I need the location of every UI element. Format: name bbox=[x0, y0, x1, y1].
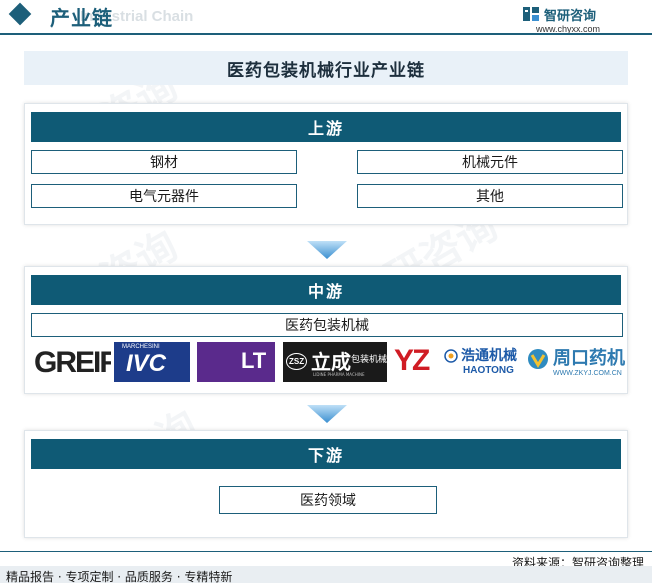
brand-logo-icon bbox=[523, 7, 539, 21]
brand: 智研咨询 www.chyxx.com bbox=[522, 4, 642, 34]
company-logo-zhoukou: 周口药机 WWW.ZKYJ.COM.CN bbox=[526, 342, 626, 382]
header-divider bbox=[0, 33, 652, 35]
upstream-item: 机械元件 bbox=[357, 150, 623, 174]
header: Industrial Chain 产业链 智研咨询 www.chyxx.com bbox=[0, 0, 652, 35]
company-name: LT bbox=[241, 348, 267, 373]
haotong-emblem-icon bbox=[444, 349, 458, 363]
company-logo-yz: YZ bbox=[392, 342, 440, 382]
company-badge: ZSZ bbox=[286, 353, 308, 370]
upstream-item: 电气元器件 bbox=[31, 184, 297, 208]
company-name: 立成 bbox=[311, 350, 351, 374]
company-sub: 包装机械 bbox=[351, 355, 387, 365]
downstream-panel: 下游 医药领域 bbox=[24, 430, 628, 538]
company-name: 周口药机 bbox=[553, 348, 625, 369]
flow-arrow-icon bbox=[307, 405, 347, 423]
company-logo-licheng: ZSZ 立成 包装机械 LIDINE PHARMA MACHINE bbox=[283, 342, 387, 382]
company-sub: WWW.ZKYJ.COM.CN bbox=[553, 370, 622, 377]
company-logo-lt: LT bbox=[197, 342, 275, 382]
footer-divider bbox=[0, 551, 652, 552]
upstream-item: 钢材 bbox=[31, 150, 297, 174]
diagram-title-bar: 医药包装机械行业产业链 bbox=[24, 51, 628, 85]
diamond-icon bbox=[8, 2, 32, 26]
page-title: 产业链 bbox=[50, 6, 113, 30]
company-name: 浩通机械 bbox=[461, 348, 517, 364]
company-sub: HAOTONG bbox=[463, 365, 514, 376]
upstream-panel: 上游 钢材 机械元件 电气元器件 其他 bbox=[24, 103, 628, 225]
midstream-item: 医药包装机械 bbox=[31, 313, 623, 337]
company-logo-marchesini: MARCHESINI IVC bbox=[114, 342, 190, 382]
flow-arrow-icon bbox=[307, 241, 347, 259]
midstream-header: 中游 bbox=[31, 275, 621, 305]
upstream-item: 其他 bbox=[357, 184, 623, 208]
brand-name: 智研咨询 bbox=[544, 9, 597, 24]
downstream-header: 下游 bbox=[31, 439, 621, 469]
company-name: GREIF bbox=[34, 346, 111, 379]
company-mark: IVC bbox=[126, 350, 167, 377]
zhoukou-emblem-icon bbox=[528, 349, 548, 369]
upstream-header: 上游 bbox=[31, 112, 621, 142]
footer-services: 精品报告 · 专项定制 · 品质服务 · 专精特新 bbox=[6, 570, 233, 583]
company-name: YZ bbox=[394, 344, 430, 377]
downstream-item: 医药领域 bbox=[219, 486, 437, 514]
company-logo-haotong: 浩通机械 HAOTONG bbox=[443, 342, 523, 382]
diagram-title: 医药包装机械行业产业链 bbox=[227, 60, 425, 81]
company-tagline: LIDINE PHARMA MACHINE bbox=[313, 372, 365, 377]
company-logo-greif: GREIF bbox=[33, 342, 111, 382]
